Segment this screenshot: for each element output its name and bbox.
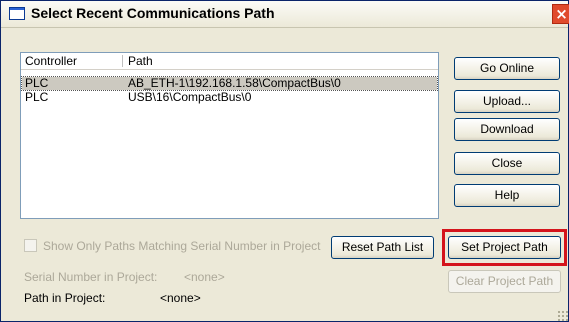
download-button[interactable]: Download: [454, 118, 560, 141]
reset-path-list-button[interactable]: Reset Path List: [331, 236, 434, 259]
row-controller: PLC: [25, 90, 49, 104]
show-only-matching-checkbox[interactable]: [24, 239, 37, 252]
column-separator[interactable]: [122, 55, 123, 67]
list-row-selected[interactable]: PLC AB_ETH-1\192.168.1.58\CompactBus\0: [21, 76, 438, 91]
dialog-window: Select Recent Communications Path × Cont…: [0, 0, 569, 322]
dialog-title: Select Recent Communications Path: [31, 5, 275, 21]
serial-number-value: <none>: [184, 270, 225, 284]
path-in-project-label: Path in Project:: [24, 291, 106, 305]
row-path: AB_ETH-1\192.168.1.58\CompactBus\0: [128, 76, 341, 90]
path-in-project-value: <none>: [160, 291, 201, 305]
clear-project-path-button[interactable]: Clear Project Path: [448, 270, 561, 293]
close-button[interactable]: Close: [454, 152, 560, 175]
show-only-matching-label: Show Only Paths Matching Serial Number i…: [43, 239, 321, 253]
serial-number-label: Serial Number in Project:: [24, 270, 158, 284]
window-icon: [9, 7, 25, 20]
list-row[interactable]: PLC USB\16\CompactBus\0: [22, 91, 437, 104]
row-path: USB\16\CompactBus\0: [128, 90, 252, 104]
close-icon[interactable]: ×: [552, 4, 569, 24]
column-header-path[interactable]: Path: [128, 54, 153, 68]
upload-button[interactable]: Upload...: [454, 90, 560, 113]
list-header: Controller Path: [21, 53, 438, 70]
set-project-path-button[interactable]: Set Project Path: [448, 236, 561, 259]
help-button[interactable]: Help: [454, 184, 560, 207]
paths-list[interactable]: Controller Path PLC AB_ETH-1\192.168.1.5…: [20, 52, 439, 219]
resize-grip-icon[interactable]: [557, 310, 568, 321]
row-controller: PLC: [25, 76, 49, 90]
column-header-controller[interactable]: Controller: [25, 54, 77, 68]
title-bar[interactable]: Select Recent Communications Path ×: [1, 1, 569, 28]
go-online-button[interactable]: Go Online: [454, 57, 560, 80]
